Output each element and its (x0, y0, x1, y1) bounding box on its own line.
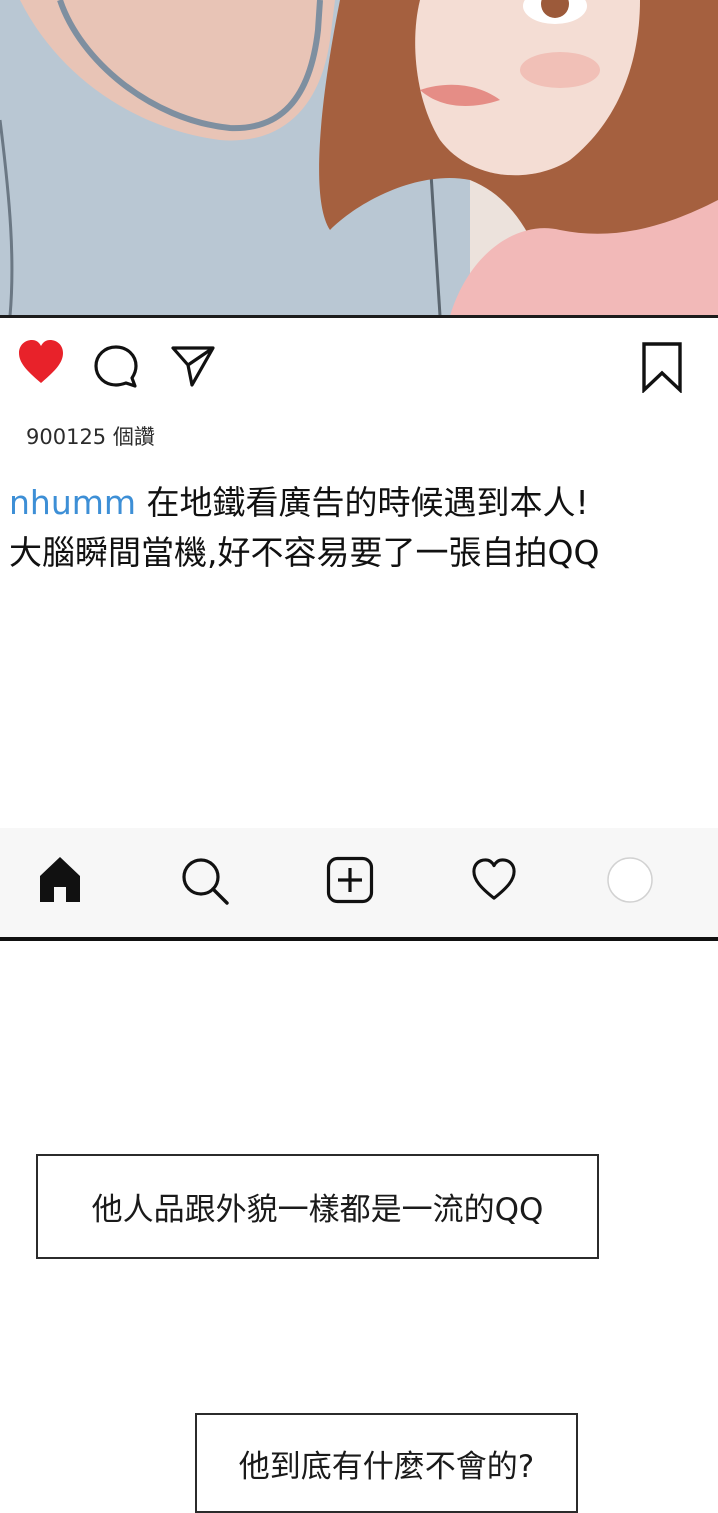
profile-avatar[interactable] (606, 856, 654, 904)
speech-bubble-2: 他到底有什麼不會的? (195, 1413, 578, 1513)
share-icon[interactable] (170, 344, 216, 388)
photo-illustration (0, 0, 718, 316)
speech-bubble-1: 他人品跟外貌一樣都是一流的QQ (36, 1154, 599, 1259)
photo-divider (0, 315, 718, 318)
post-caption: nhumm 在地鐵看廣告的時候遇到本人! 大腦瞬間當機,好不容易要了一張自拍QQ (9, 478, 718, 578)
tab-bar-divider (0, 937, 718, 941)
caption-username[interactable]: nhumm (9, 483, 136, 522)
add-post-icon[interactable] (326, 856, 374, 904)
post-photo[interactable] (0, 0, 718, 316)
caption-text-line1: 在地鐵看廣告的時候遇到本人! (146, 483, 589, 522)
caption-text-line2: 大腦瞬間當機,好不容易要了一張自拍QQ (9, 533, 600, 572)
likes-count[interactable]: 900125 個讚 (26, 421, 155, 451)
bottom-tab-bar (0, 828, 718, 938)
comment-icon[interactable] (93, 344, 139, 390)
activity-heart-icon[interactable] (470, 858, 518, 902)
heart-filled-icon[interactable] (17, 339, 65, 385)
search-icon[interactable] (180, 856, 230, 906)
home-icon[interactable] (36, 854, 84, 904)
bookmark-icon[interactable] (641, 341, 683, 393)
